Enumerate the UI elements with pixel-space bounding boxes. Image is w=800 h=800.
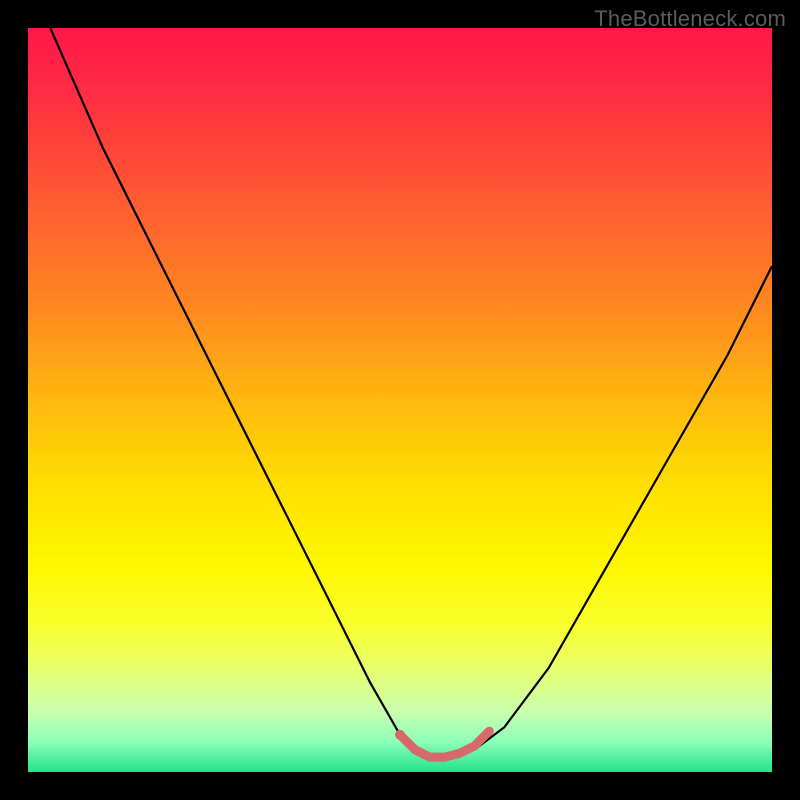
plot-area bbox=[28, 28, 772, 772]
watermark-text: TheBottleneck.com bbox=[594, 6, 786, 32]
valley-highlight bbox=[400, 731, 489, 757]
bottleneck-curve bbox=[50, 28, 772, 757]
curve-layer bbox=[28, 28, 772, 772]
chart-frame: TheBottleneck.com bbox=[0, 0, 800, 800]
valley-start-dot bbox=[395, 730, 405, 740]
